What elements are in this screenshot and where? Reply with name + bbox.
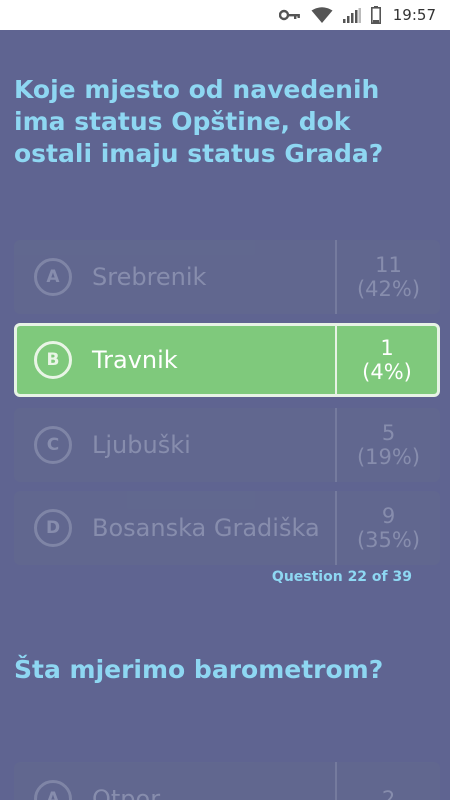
answer-count: 9 [381,504,396,528]
answer-label: Otpor [92,785,161,800]
answer-option-a[interactable]: A Otpor 2 [14,762,440,800]
answer-count: 5 [381,421,396,445]
answer-percent: (19%) [356,445,421,469]
answer-stats: 5 (19%) [337,408,440,482]
answer-letter-badge: D [34,509,72,547]
answer-count: 11 [375,253,402,277]
answer-stats: 9 (35%) [337,491,440,565]
question-title: Šta mjerimo barometrom? [14,655,384,684]
status-bar: 19:57 [0,0,450,30]
question-title: Koje mjesto od navedenih ima status Opšt… [14,75,384,168]
answer-stats: 2 [337,762,440,800]
question-counter: Question 22 of 39 [271,569,412,585]
key-icon [278,0,301,30]
answer-percent: (42%) [356,277,421,301]
answer-option-a[interactable]: A Srebrenik 11 (42%) [14,240,440,314]
answer-option-d[interactable]: D Bosanska Gradiška 9 (35%) [14,491,440,565]
answer-label: Srebrenik [92,263,207,291]
answer-label: Bosanska Gradiška [92,514,320,542]
answer-option-c[interactable]: C Ljubuški 5 (19%) [14,408,440,482]
clock-time: 19:57 [392,6,436,24]
answer-label: Ljubuški [92,431,191,459]
answer-stats: 11 (42%) [337,240,440,314]
answer-letter-badge: B [34,341,72,379]
battery-icon [370,0,381,30]
answer-letter-badge: A [34,258,72,296]
answer-letter-badge: A [34,780,72,800]
answer-label: Travnik [92,346,178,374]
answer-letter-badge: C [34,426,72,464]
answer-stats: 1 (4%) [337,326,437,394]
wifi-icon [311,0,333,30]
answer-option-b[interactable]: B Travnik 1 (4%) [14,323,440,397]
signal-icon [342,0,361,30]
answer-count: 1 [380,336,394,360]
answer-count: 2 [381,787,396,800]
answer-percent: (35%) [356,528,421,552]
answer-percent: (4%) [362,360,412,384]
